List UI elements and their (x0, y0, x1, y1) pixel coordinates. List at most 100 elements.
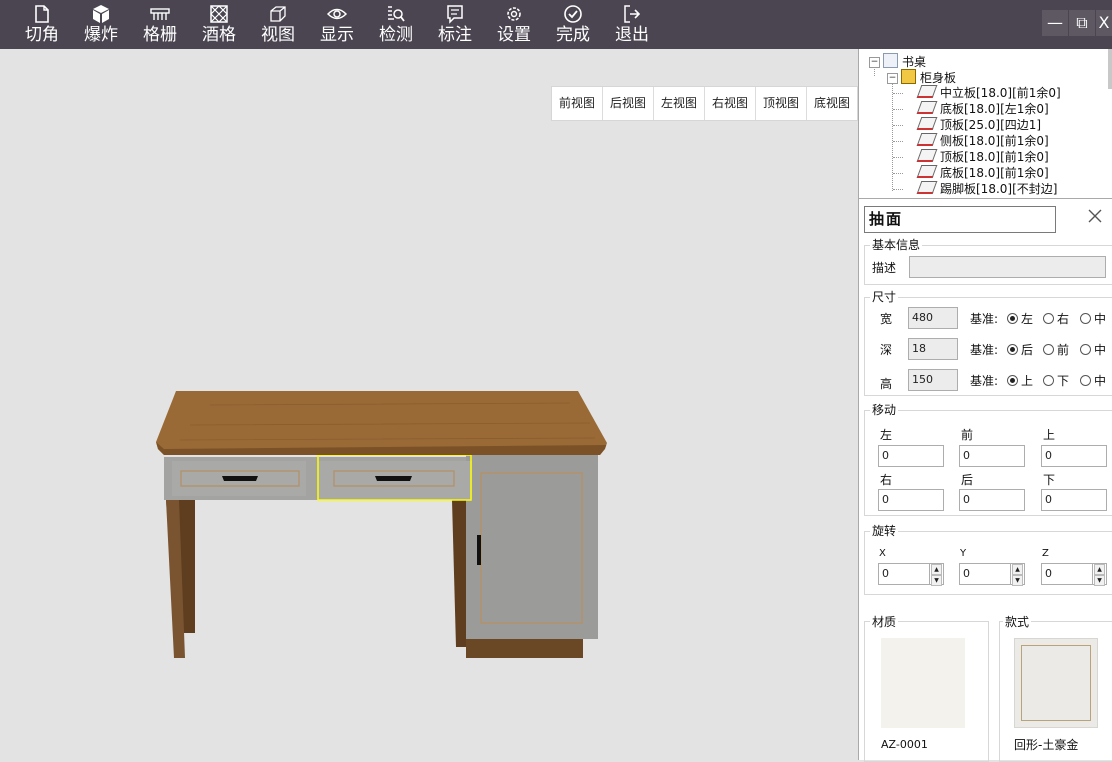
style-swatch[interactable] (1014, 638, 1098, 728)
tree-item[interactable]: 底板[18.0][前1余0] (916, 165, 1049, 181)
chamfer-button[interactable]: 切角 (14, 0, 70, 49)
settings-label: 设置 (497, 25, 531, 45)
root-collapse-toggle[interactable]: − (869, 57, 880, 68)
left-drawer-handle[interactable] (222, 476, 258, 481)
board-icon (916, 165, 938, 178)
spin-up-icon[interactable]: ▲ (1012, 564, 1023, 575)
view-cube-icon (270, 6, 286, 22)
datum-option-label: 后 (1021, 343, 1034, 357)
size-label: 宽 (880, 312, 893, 326)
datum-option-label: 右 (1057, 312, 1070, 326)
toolbar-partial-item[interactable]: : (0, 0, 10, 49)
3d-viewport[interactable]: 前视图 后视图 左视图 右视图 顶视图 底视图 (0, 49, 858, 760)
move-input[interactable]: 0 (959, 445, 1025, 467)
annotate-button[interactable]: 标注 (427, 0, 483, 49)
chamfer-label: 切角 (25, 25, 59, 45)
explode-button[interactable]: 爆炸 (73, 0, 129, 49)
datum-radio[interactable] (1080, 375, 1091, 386)
front-view-button[interactable]: 前视图 (552, 87, 603, 120)
rotate-input[interactable]: 0 ▲ ▼ (878, 563, 944, 586)
tree-item[interactable]: 踢脚板[18.0][不封边] (916, 181, 1057, 197)
tree-root[interactable]: 书桌 (883, 53, 926, 69)
tree-item[interactable]: 底板[18.0][左1余0] (916, 101, 1049, 117)
rotate-input[interactable]: 0 ▲ ▼ (1041, 563, 1107, 586)
tree-scrollbar[interactable] (1108, 49, 1112, 89)
minimize-button[interactable]: — (1042, 10, 1068, 36)
restore-button[interactable]: ⧉ (1069, 10, 1095, 36)
settings-button[interactable]: 设置 (486, 0, 542, 49)
move-input[interactable]: 0 (1041, 445, 1107, 467)
spin-down-icon[interactable]: ▼ (1094, 575, 1105, 586)
bottom-view-button[interactable]: 底视图 (807, 87, 857, 120)
datum-radio[interactable] (1043, 375, 1054, 386)
inspect-icon (388, 6, 405, 22)
description-field[interactable] (909, 256, 1106, 278)
inspect-button[interactable]: 检测 (368, 0, 424, 49)
datum-radio[interactable] (1007, 313, 1018, 324)
cabinet-door[interactable] (466, 455, 598, 639)
style-swatch-frame (1021, 645, 1091, 721)
datum-radio[interactable] (1007, 344, 1018, 355)
spin-up-icon[interactable]: ▲ (1094, 564, 1105, 575)
spin-up-icon[interactable]: ▲ (931, 564, 942, 575)
grille-button[interactable]: 格栅 (132, 0, 188, 49)
move-input[interactable]: 0 (878, 445, 944, 467)
back-view-button[interactable]: 后视图 (603, 87, 654, 120)
board-icon (916, 117, 938, 130)
view-button[interactable]: 视图 (250, 0, 306, 49)
move-input[interactable]: 0 (959, 489, 1025, 511)
size-value-field[interactable]: 150 (908, 369, 958, 391)
move-label: 前 (961, 428, 974, 442)
display-label: 显示 (320, 25, 354, 45)
tree-item[interactable]: 顶板[18.0][前1余0] (916, 149, 1049, 165)
close-window-button[interactable]: X (1096, 10, 1112, 36)
material-heading: 材质 (870, 615, 899, 629)
datum-radio[interactable] (1043, 313, 1054, 324)
datum-radio[interactable] (1080, 344, 1091, 355)
tree-group[interactable]: 柜身板 (901, 69, 956, 85)
grille-icon (150, 8, 170, 20)
datum-radio[interactable] (1043, 344, 1054, 355)
top-view-button[interactable]: 顶视图 (756, 87, 807, 120)
move-input[interactable]: 0 (1041, 489, 1107, 511)
tree-item[interactable]: 中立板[18.0][前1余0] (916, 85, 1061, 101)
door-handle[interactable] (477, 535, 481, 565)
move-heading: 移动 (870, 403, 899, 417)
selected-drawer-handle[interactable] (375, 476, 412, 481)
gear-icon (507, 7, 521, 21)
close-icon[interactable] (1087, 208, 1103, 224)
comment-icon (447, 5, 463, 24)
basic-info-heading: 基本信息 (870, 238, 923, 252)
desk-model[interactable] (150, 385, 620, 665)
check-circle-icon (564, 5, 582, 23)
spin-down-icon[interactable]: ▼ (931, 575, 942, 586)
display-button[interactable]: 显示 (309, 0, 365, 49)
tree-item[interactable]: 侧板[18.0][前1余0] (916, 133, 1049, 149)
part-name-field[interactable]: 抽面 (864, 206, 1056, 233)
rotate-spinner[interactable]: ▲ ▼ (1010, 564, 1024, 586)
tree-connector (893, 173, 903, 174)
annotate-label: 标注 (438, 25, 472, 45)
middle-side-panel[interactable] (452, 500, 468, 647)
tree-item[interactable]: 顶板[25.0][四边1] (916, 117, 1041, 133)
spin-down-icon[interactable]: ▼ (1012, 575, 1023, 586)
datum-option-label: 下 (1057, 374, 1070, 388)
material-swatch[interactable] (881, 638, 965, 728)
size-value-field[interactable]: 18 (908, 338, 958, 360)
rotate-value: 0 (882, 567, 889, 580)
rotate-input[interactable]: 0 ▲ ▼ (959, 563, 1025, 586)
exit-button[interactable]: 退出 (604, 0, 660, 49)
group-collapse-toggle[interactable]: − (887, 73, 898, 84)
finish-button[interactable]: 完成 (545, 0, 601, 49)
wine-rack-button[interactable]: 酒格 (191, 0, 247, 49)
left-view-button[interactable]: 左视图 (654, 87, 705, 120)
datum-radio[interactable] (1007, 375, 1018, 386)
rotate-spinner[interactable]: ▲ ▼ (1092, 564, 1106, 586)
size-value-field[interactable]: 480 (908, 307, 958, 329)
move-input[interactable]: 0 (878, 489, 944, 511)
wine-rack-icon (210, 5, 228, 23)
datum-radio[interactable] (1080, 313, 1091, 324)
component-tree[interactable]: − 书桌 − 柜身板 中立板[18.0][前1余0] 底板[18.0][左1余0]… (858, 49, 1112, 199)
rotate-spinner[interactable]: ▲ ▼ (929, 564, 943, 586)
right-view-button[interactable]: 右视图 (705, 87, 756, 120)
